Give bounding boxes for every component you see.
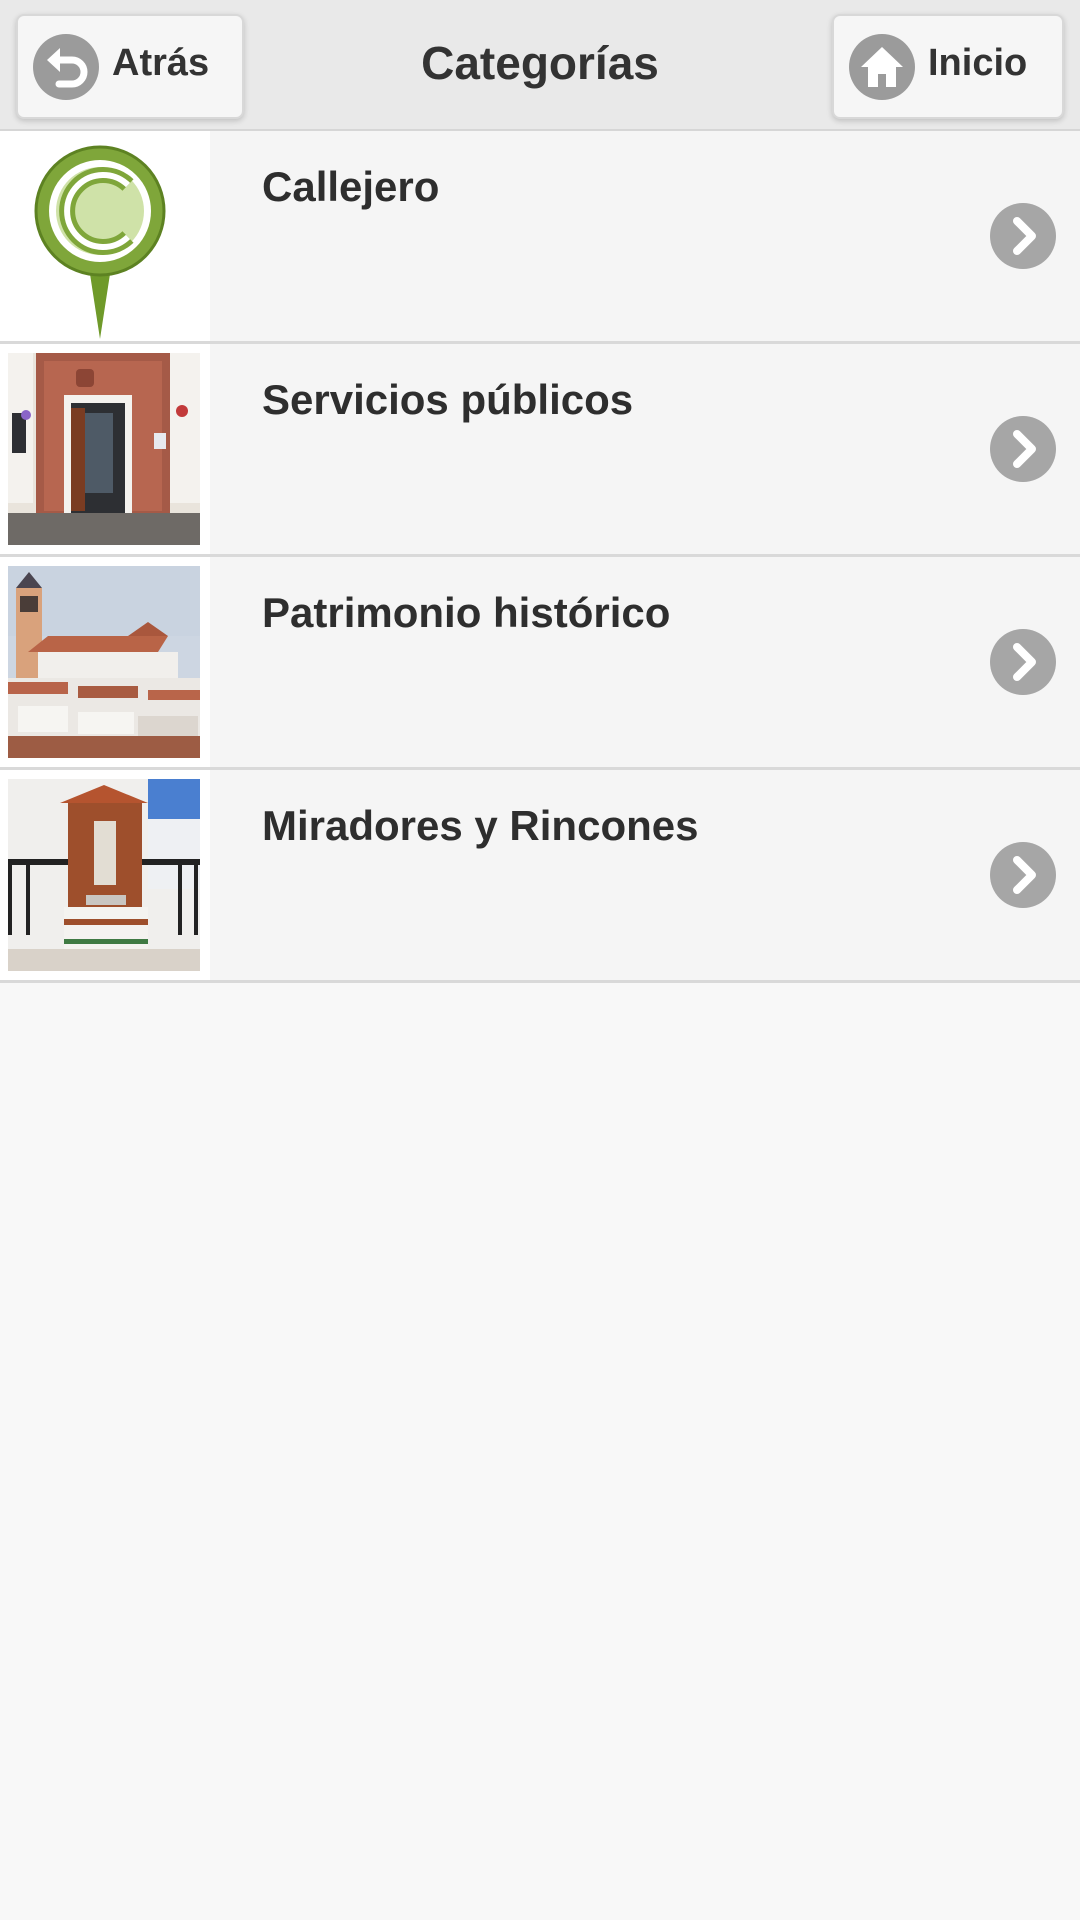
chevron-right-icon[interactable] [990, 416, 1056, 482]
chevron-right-icon[interactable] [990, 842, 1056, 908]
category-item-miradores-y-rincones[interactable]: Miradores y Rincones [0, 770, 1080, 983]
category-list: Callejero Servicios públicos Patrimonio … [0, 131, 1080, 983]
category-label: Miradores y Rincones [262, 802, 699, 849]
map-pin-c-icon [34, 145, 166, 339]
home-button[interactable]: Inicio [832, 14, 1064, 119]
chevron-right-icon[interactable] [990, 629, 1056, 695]
chevron-right-icon[interactable] [990, 203, 1056, 269]
servicios-publicos-thumbnail [0, 344, 210, 554]
home-button-label: Inicio [928, 42, 1028, 84]
town-church-photo [8, 566, 200, 758]
category-item-servicios-publicos[interactable]: Servicios públicos [0, 344, 1080, 557]
category-label: Callejero [262, 163, 440, 210]
category-item-patrimonio-historico[interactable]: Patrimonio histórico [0, 557, 1080, 770]
miradores-y-rincones-thumbnail [0, 770, 210, 980]
callejero-thumbnail [0, 131, 210, 341]
category-label: Servicios públicos [262, 376, 634, 423]
home-icon [849, 34, 915, 100]
header-bar: Atrás Categorías Inicio [0, 0, 1080, 131]
category-label: Patrimonio histórico [262, 589, 671, 636]
town-hall-door-photo [8, 353, 200, 545]
category-item-callejero[interactable]: Callejero [0, 131, 1080, 344]
patrimonio-historico-thumbnail [0, 557, 210, 767]
fountain-photo [8, 779, 200, 971]
